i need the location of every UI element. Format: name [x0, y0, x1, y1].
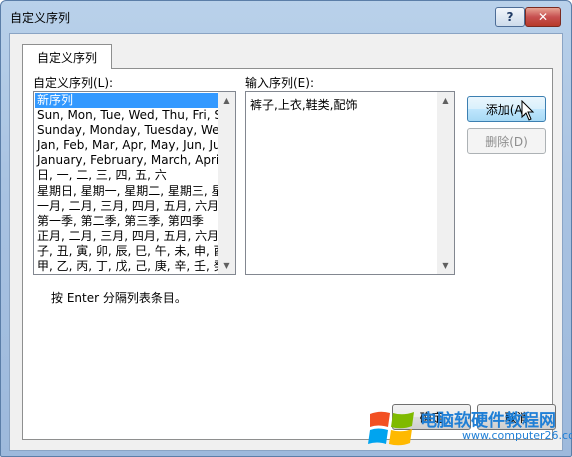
- list-entries-value: 裤子,上衣,鞋类,配饰: [250, 98, 358, 112]
- watermark-url: www.computer26.com: [462, 429, 572, 442]
- help-button[interactable]: ?: [495, 7, 525, 27]
- list-item[interactable]: 日, 一, 二, 三, 四, 五, 六: [35, 168, 219, 183]
- list-item[interactable]: 一月, 二月, 三月, 四月, 五月, 六月,: [35, 199, 219, 214]
- custom-lists-listbox[interactable]: 新序列 Sun, Mon, Tue, Wed, Thu, Fri, Sat Sund…: [33, 91, 236, 275]
- dialog-client-area: 自定义序列 自定义序列(L): 新序列 Sun, Mon, Tue, Wed, T…: [9, 33, 563, 451]
- title-bar[interactable]: 自定义序列 ? ✕: [1, 1, 571, 33]
- list-entries-textarea[interactable]: 裤子,上衣,鞋类,配饰 ▲ ▼: [245, 91, 455, 275]
- delete-button[interactable]: 删除(D): [467, 128, 546, 154]
- list-item[interactable]: Jan, Feb, Mar, Apr, May, Jun, Jul: [35, 138, 219, 153]
- watermark-title: 电脑软硬件教程网: [420, 411, 556, 431]
- list-item[interactable]: 新序列: [35, 93, 219, 109]
- list-item[interactable]: 第一季, 第二季, 第三季, 第四季: [35, 214, 219, 229]
- list-item[interactable]: January, February, March, April: [35, 153, 219, 168]
- watermark: 电脑软硬件教程网 www.computer26.com: [362, 400, 572, 452]
- scroll-up-arrow-icon[interactable]: ▲: [218, 92, 235, 109]
- tab-custom-lists[interactable]: 自定义序列: [22, 44, 112, 69]
- entries-scrollbar[interactable]: ▲ ▼: [437, 92, 454, 274]
- list-item[interactable]: 正月, 二月, 三月, 四月, 五月, 六月,: [35, 229, 219, 244]
- mouse-pointer-icon: [521, 100, 535, 121]
- list-item[interactable]: 星期日, 星期一, 星期二, 星期三, 星: [35, 184, 219, 199]
- list-item[interactable]: 子, 丑, 寅, 卯, 辰, 巳, 午, 未, 申, 酉: [35, 244, 219, 259]
- list-scrollbar[interactable]: ▲ ▼: [218, 92, 235, 274]
- custom-lists-label: 自定义序列(L):: [33, 76, 114, 90]
- list-item[interactable]: Sunday, Monday, Tuesday, Wednesday: [35, 123, 219, 138]
- scroll-up-arrow-icon[interactable]: ▲: [437, 92, 454, 109]
- scroll-down-arrow-icon[interactable]: ▼: [218, 257, 235, 274]
- list-item[interactable]: 甲, 乙, 丙, 丁, 戊, 己, 庚, 辛, 壬, 癸: [35, 259, 219, 273]
- tab-panel: 自定义序列(L): 新序列 Sun, Mon, Tue, Wed, Thu, Fr…: [22, 68, 553, 440]
- dialog-window: 自定义序列 ? ✕ 自定义序列 自定义序列(L): 新序列 Sun, Mon, T…: [0, 0, 572, 457]
- list-entries-label: 输入序列(E):: [245, 76, 314, 90]
- window-title: 自定义序列: [10, 11, 71, 25]
- hint-text: 按 Enter 分隔列表条目。: [51, 291, 187, 305]
- list-item[interactable]: Sun, Mon, Tue, Wed, Thu, Fri, Sat: [35, 108, 219, 123]
- scroll-down-arrow-icon[interactable]: ▼: [437, 257, 454, 274]
- windows-logo-icon: [368, 411, 414, 446]
- close-button[interactable]: ✕: [525, 7, 561, 27]
- custom-lists-items: 新序列 Sun, Mon, Tue, Wed, Thu, Fri, Sat Sund…: [35, 93, 219, 273]
